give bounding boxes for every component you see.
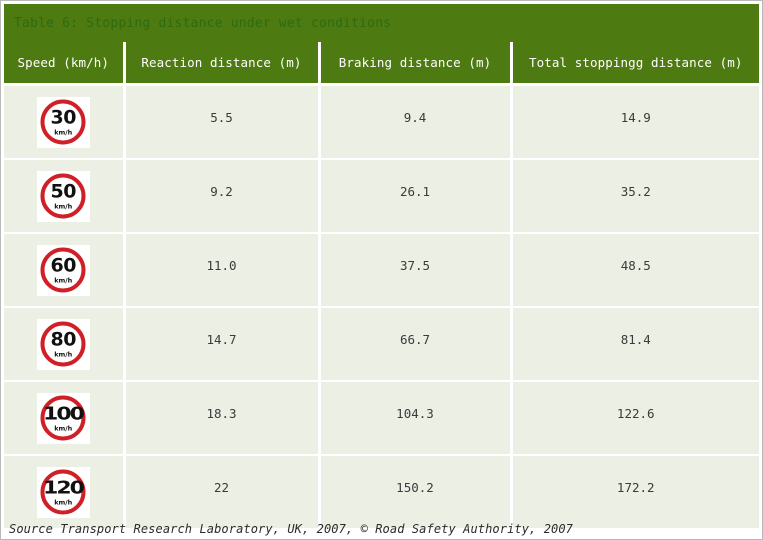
speed-limit-cell: 120 km/h: [4, 455, 124, 528]
cell-value: 48.5: [620, 257, 651, 273]
column-header-speed: Speed (km/h): [4, 42, 124, 86]
header-row: Speed (km/h) Reaction distance (m) Braki…: [4, 42, 759, 86]
table-row: 30 km/h 5.5 9.4 14.9: [4, 84, 759, 160]
reaction-distance-cell: 18.3: [122, 381, 319, 456]
document-page: Table 6: Stopping distance under wet con…: [0, 0, 763, 540]
cell-value: 37.5: [399, 257, 431, 273]
table-row: 60 km/h 11.0 37.5 48.5: [4, 233, 759, 308]
speed-limit-cell: 80 km/h: [4, 307, 124, 382]
total-distance-cell: 48.5: [509, 233, 759, 308]
sign-unit-label: km/h: [54, 276, 73, 285]
braking-distance-cell: 26.1: [317, 159, 511, 234]
cell-value: 104.3: [396, 405, 434, 421]
cell-value: 81.4: [620, 331, 651, 347]
table-row: 120 km/h 22 150.2 172.2: [4, 455, 759, 528]
reaction-distance-cell: 9.2: [122, 159, 319, 234]
braking-distance-cell: 9.4: [317, 84, 511, 160]
sign-speed-value: 30: [50, 106, 77, 129]
speed-limit-sign-icon: 120 km/h: [36, 466, 90, 518]
sign-circle: 120 km/h: [40, 469, 86, 515]
sign-unit-label: km/h: [54, 128, 73, 137]
column-header-reaction: Reaction distance (m): [122, 42, 319, 86]
sign-unit-label: km/h: [54, 202, 73, 211]
speed-limit-sign-icon: 100 km/h: [36, 392, 90, 444]
speed-limit-sign-icon: 50 km/h: [36, 170, 90, 222]
reaction-distance-cell: 22: [122, 455, 319, 528]
table-row: 100 km/h 18.3 104.3 122.6: [4, 381, 759, 456]
cell-value: 172.2: [616, 479, 655, 495]
column-header-braking: Braking distance (m): [317, 42, 511, 86]
cell-value: 9.2: [210, 183, 233, 199]
table-header: Speed (km/h) Reaction distance (m) Braki…: [4, 42, 759, 86]
reaction-distance-cell: 14.7: [122, 307, 319, 382]
cell-value: 35.2: [620, 183, 651, 199]
sign-unit-label: km/h: [54, 424, 73, 433]
cell-value: 122.6: [616, 405, 655, 421]
sign-speed-value: 120: [43, 477, 85, 499]
stopping-distance-table: Table 6: Stopping distance under wet con…: [4, 4, 759, 528]
sign-circle: 60 km/h: [40, 247, 86, 293]
braking-distance-cell: 150.2: [317, 455, 511, 528]
table-title: Table 6: Stopping distance under wet con…: [4, 4, 759, 42]
sign-speed-value: 80: [50, 328, 77, 351]
cell-value: 26.1: [399, 183, 431, 199]
cell-value: 5.5: [210, 109, 233, 125]
cell-value: 14.9: [620, 109, 651, 125]
speed-limit-sign-icon: 30 km/h: [36, 96, 90, 148]
reaction-distance-cell: 5.5: [122, 84, 319, 160]
sign-circle: 80 km/h: [40, 321, 86, 367]
cell-value: 14.7: [206, 331, 237, 347]
braking-distance-cell: 66.7: [317, 307, 511, 382]
table-row: 80 km/h 14.7 66.7 81.4: [4, 307, 759, 382]
sign-circle: 30 km/h: [40, 99, 86, 145]
speed-limit-cell: 30 km/h: [4, 84, 124, 160]
cell-value: 11.0: [206, 257, 237, 273]
sign-circle: 50 km/h: [40, 173, 86, 219]
speed-limit-cell: 100 km/h: [4, 381, 124, 456]
total-distance-cell: 122.6: [509, 381, 759, 456]
source-citation: Source Transport Research Laboratory, UK…: [9, 522, 573, 536]
total-distance-cell: 14.9: [509, 84, 759, 160]
sign-speed-value: 60: [50, 254, 77, 277]
table-body: 30 km/h 5.5 9.4 14.9 50 km/h 9.2 26.1 35…: [4, 84, 759, 528]
cell-value: 9.4: [403, 109, 427, 125]
speed-limit-sign-icon: 60 km/h: [36, 244, 90, 296]
sign-speed-value: 50: [50, 180, 77, 203]
sign-unit-label: km/h: [54, 350, 73, 359]
column-header-total: Total stoppingg distance (m): [509, 42, 759, 86]
speed-limit-cell: 50 km/h: [4, 159, 124, 234]
sign-circle: 100 km/h: [40, 395, 86, 441]
total-distance-cell: 35.2: [509, 159, 759, 234]
speed-limit-sign-icon: 80 km/h: [36, 318, 90, 370]
cell-value: 18.3: [206, 405, 237, 421]
data-table: Speed (km/h) Reaction distance (m) Braki…: [4, 42, 759, 528]
cell-value: 150.2: [396, 479, 434, 495]
total-distance-cell: 172.2: [509, 455, 759, 528]
sign-unit-label: km/h: [54, 498, 73, 507]
braking-distance-cell: 104.3: [317, 381, 511, 456]
braking-distance-cell: 37.5: [317, 233, 511, 308]
cell-value: 66.7: [399, 331, 431, 347]
sign-speed-value: 100: [43, 403, 85, 425]
cell-value: 22: [213, 479, 230, 495]
speed-limit-cell: 60 km/h: [4, 233, 124, 308]
total-distance-cell: 81.4: [509, 307, 759, 382]
table-row: 50 km/h 9.2 26.1 35.2: [4, 159, 759, 234]
reaction-distance-cell: 11.0: [122, 233, 319, 308]
